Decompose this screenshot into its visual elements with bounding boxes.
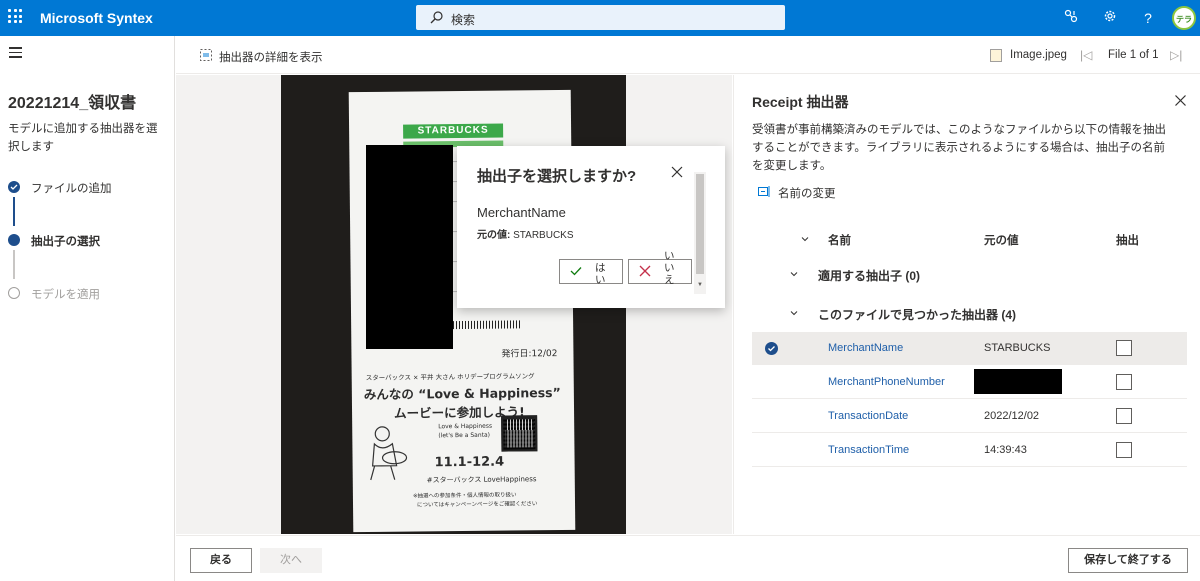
original-value: 14:39:43	[984, 444, 1027, 456]
table-row[interactable]: TransactionTime 14:39:43	[752, 434, 1187, 467]
column-header-name[interactable]: 名前	[828, 232, 851, 248]
next-button[interactable]: 次へ	[260, 548, 322, 573]
promo-line: スターバックス × 平井 大さん ホリデープログラムソング	[365, 372, 535, 383]
fine-print: ※抽選への参加条件・個人情報の取り扱い	[412, 492, 517, 500]
original-value: STARBUCKS	[984, 342, 1051, 354]
receipt-barcode	[441, 320, 522, 330]
step-connector	[13, 250, 15, 279]
step-label: 抽出子の選択	[31, 236, 100, 248]
checkmark-icon	[570, 267, 582, 276]
pending-step-icon	[8, 287, 20, 299]
image-file-icon	[990, 49, 1002, 62]
footer-bar: 戻る 次へ 保存して終了する	[176, 535, 1200, 581]
illustration	[370, 426, 408, 481]
panel-title: Receipt 抽出器	[752, 94, 849, 110]
save-and-exit-button[interactable]: 保存して終了する	[1068, 548, 1188, 573]
file-name: Image.jpeg	[1010, 49, 1067, 61]
original-value-label: 元の値:	[477, 230, 511, 241]
no-label: いいえ	[664, 250, 675, 286]
previous-file-icon[interactable]: |◁	[1080, 48, 1092, 62]
step-label: ファイルの追加	[31, 183, 112, 195]
table-row[interactable]: MerchantPhoneNumber	[752, 366, 1187, 399]
scroll-down-icon[interactable]: ▼	[697, 282, 703, 288]
page-description: モデルに追加する抽出器を選択します	[8, 123, 158, 153]
extractor-callout: 抽出子を選択しますか? MerchantName 元の値: STARBUCKS …	[457, 146, 725, 308]
extract-checkbox[interactable]	[1116, 442, 1132, 458]
original-value: STARBUCKS	[513, 230, 574, 241]
song-subtitle: (let's Be a Santa)	[438, 431, 491, 440]
no-button[interactable]: いいえ	[628, 250, 692, 286]
starbucks-logo: STARBUCKS	[403, 123, 504, 139]
extractor-name[interactable]: MerchantPhoneNumber	[828, 376, 945, 388]
next-file-icon[interactable]: ▷|	[1170, 48, 1182, 62]
command-bar: 抽出器の詳細を表示 Image.jpeg |◁ File 1 of 1 ▷|	[176, 36, 1200, 74]
hashtag: #スターバックス LoveHappiness	[426, 475, 537, 485]
fine-print: についてはキャンペーンページをご確認ください	[417, 501, 538, 509]
yes-button[interactable]: はい	[559, 259, 623, 286]
panel-description: 受領書が事前構築済みのモデルでは、このようなファイルから以下の情報を抽出すること…	[752, 124, 1166, 172]
yes-label: はい	[595, 262, 606, 286]
callout-field-name: MerchantName	[477, 205, 566, 220]
extract-checkbox[interactable]	[1116, 374, 1132, 390]
gear-icon[interactable]	[1101, 9, 1119, 27]
close-icon[interactable]	[1175, 95, 1186, 106]
row-selected-check-icon[interactable]	[765, 342, 778, 355]
song-title: Love & Happiness	[438, 422, 493, 431]
chevron-down-icon[interactable]	[790, 309, 798, 317]
step-label: モデルを適用	[31, 289, 100, 301]
extractor-name[interactable]: TransactionTime	[828, 444, 909, 456]
file-count: File 1 of 1	[1108, 49, 1159, 61]
group-applied-extractors[interactable]: 適用する抽出子 (0)	[818, 267, 920, 284]
left-panel: 20221214_領収書 モデルに追加する抽出器を選択します ファイルの追加 抽…	[0, 36, 175, 581]
callout-title: 抽出子を選択しますか?	[477, 168, 637, 185]
cancel-icon	[639, 265, 651, 277]
chevron-down-icon[interactable]	[790, 270, 798, 278]
table-row[interactable]: TransactionDate 2022/12/02	[752, 400, 1187, 433]
details-icon	[200, 49, 212, 61]
check-circle-icon	[8, 181, 20, 193]
page-title: 20221214_領収書	[8, 95, 137, 112]
avatar[interactable]: テラボ	[1172, 6, 1196, 48]
help-icon[interactable]: ?	[1139, 9, 1157, 27]
close-icon[interactable]	[671, 166, 683, 178]
current-step-icon	[8, 234, 20, 246]
share-icon[interactable]	[1062, 9, 1080, 27]
issue-date: 発行日:12/02	[501, 349, 558, 360]
scrollbar-thumb[interactable]	[696, 174, 704, 274]
hamburger-menu-icon[interactable]	[9, 47, 22, 61]
rename-icon	[758, 186, 770, 197]
extractor-name[interactable]: TransactionDate	[828, 410, 908, 422]
chevron-down-icon[interactable]	[801, 235, 809, 243]
redacted-value	[974, 369, 1062, 394]
qr-code	[501, 415, 538, 452]
group-found-extractors[interactable]: このファイルで見つかった抽出器 (4)	[818, 306, 1016, 323]
redaction-block	[366, 145, 453, 349]
column-header-extract[interactable]: 抽出	[1116, 232, 1139, 248]
search-placeholder: 検索	[451, 13, 476, 27]
table-row[interactable]: MerchantName STARBUCKS	[752, 332, 1187, 365]
column-header-original[interactable]: 元の値	[984, 232, 1019, 248]
callout-scrollbar[interactable]: ▼	[694, 172, 706, 294]
search-icon	[430, 11, 443, 24]
app-launcher-icon[interactable]	[8, 9, 22, 23]
extractor-panel: Receipt 抽出器 受領書が事前構築済みのモデルでは、このようなファイルから…	[733, 75, 1200, 534]
top-bar: Microsoft Syntex 検索 ? テラボ	[0, 0, 1200, 48]
extract-checkbox[interactable]	[1116, 408, 1132, 424]
original-value: 2022/12/02	[984, 410, 1040, 422]
campaign-dates: 11.1-12.4	[434, 454, 505, 471]
show-details-label: 抽出器の詳細を表示	[219, 52, 323, 64]
extractor-name[interactable]: MerchantName	[828, 342, 903, 354]
step-connector	[13, 197, 15, 226]
promo-headline: みんなの “Love & Happiness”	[363, 384, 561, 403]
callout-original-value: 元の値: STARBUCKS	[477, 226, 574, 241]
extract-checkbox[interactable]	[1116, 340, 1132, 356]
back-button[interactable]: 戻る	[190, 548, 252, 573]
search-box[interactable]: 検索	[416, 5, 785, 30]
rename-label: 名前の変更	[778, 188, 836, 200]
app-title[interactable]: Microsoft Syntex	[40, 10, 153, 26]
